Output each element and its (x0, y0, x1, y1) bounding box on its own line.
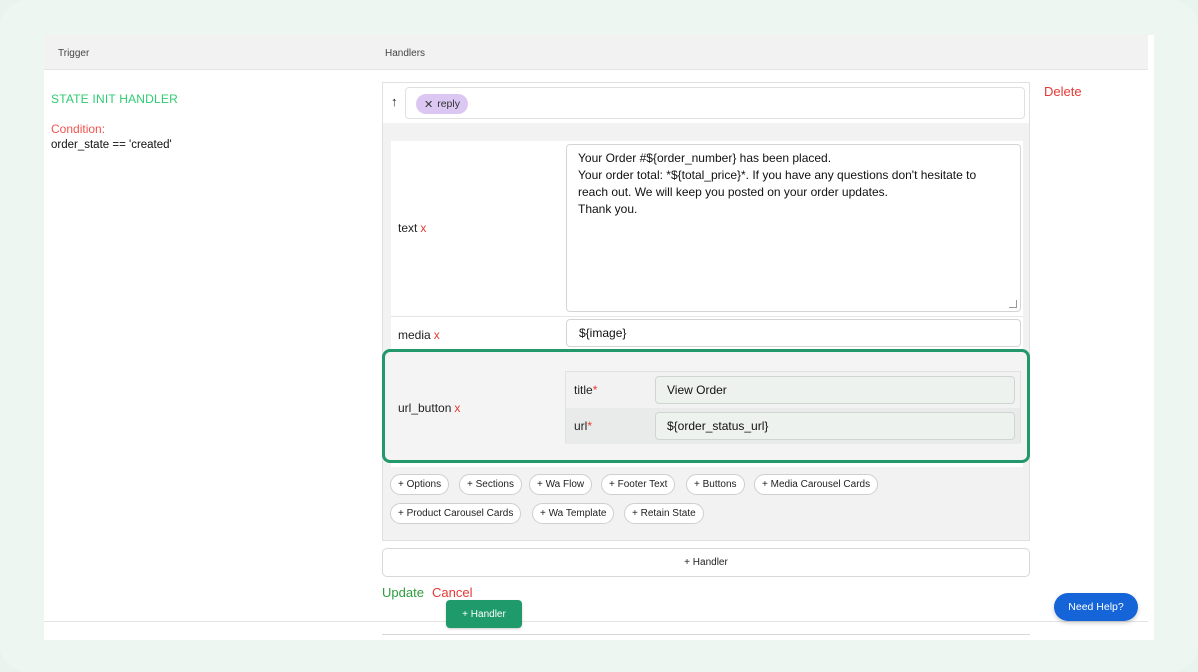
add-media-carousel-cards-button[interactable]: + Media Carousel Cards (754, 474, 879, 495)
url-label: url* (574, 419, 592, 433)
add-footer-text-button[interactable]: + Footer Text (601, 474, 676, 495)
next-handler-box (382, 634, 1030, 640)
add-wa-template-button[interactable]: + Wa Template (532, 503, 615, 524)
condition-label: Condition: (51, 122, 106, 136)
add-options-button[interactable]: + Options (390, 474, 450, 495)
table-header: Trigger Handlers (44, 35, 1148, 70)
url-button-label: url_button x (398, 401, 460, 415)
url-label-text: url (574, 419, 588, 433)
remove-url-button-field[interactable]: x (454, 401, 460, 415)
url-button-subfields: title* View Order url* ${order_status_ur… (565, 371, 1021, 444)
subfield-row-title: title* View Order (566, 372, 1020, 408)
handler-type-select[interactable]: ✕ reply (405, 87, 1025, 119)
remove-media-field[interactable]: x (434, 328, 440, 342)
arrow-up-icon[interactable]: ↑ (391, 94, 398, 109)
add-handler-inline-button[interactable]: + Handler (382, 548, 1030, 577)
add-buttons-button[interactable]: + Buttons (686, 474, 745, 495)
trigger-title: STATE INIT HANDLER (51, 92, 178, 106)
condition-value: order_state == 'created' (51, 139, 172, 151)
delete-handler-link[interactable]: Delete (1044, 84, 1082, 99)
row-divider (44, 621, 1148, 622)
add-product-carousel-cards-button[interactable]: + Product Carousel Cards (390, 503, 522, 524)
url-button-field: url_button x title* View Order url* ${ord… (382, 349, 1030, 463)
text-field-label: text x (398, 221, 426, 235)
resize-handle-icon[interactable] (1009, 300, 1017, 308)
title-input[interactable]: View Order (655, 376, 1015, 404)
required-mark: * (592, 383, 598, 397)
cancel-link[interactable]: Cancel (432, 585, 472, 600)
need-help-button[interactable]: Need Help? (1054, 593, 1138, 621)
remove-text-field[interactable]: x (420, 221, 426, 235)
field-row-media: media x ${image} (391, 317, 1023, 353)
add-sections-button[interactable]: + Sections (459, 474, 522, 495)
title-label-text: title (574, 383, 593, 397)
text-textarea[interactable]: Your Order #${order_number} has been pla… (566, 144, 1021, 312)
url-input[interactable]: ${order_status_url} (655, 412, 1015, 440)
required-mark: * (587, 419, 593, 433)
media-field-label: media x (398, 328, 440, 342)
media-label: media (398, 328, 431, 342)
update-link[interactable]: Update (382, 585, 424, 600)
add-handler-button[interactable]: + Handler (446, 600, 522, 628)
title-label: title* (574, 383, 597, 397)
url-button-label-text: url_button (398, 401, 452, 415)
media-input[interactable]: ${image} (566, 319, 1021, 347)
add-wa-flow-button[interactable]: + Wa Flow (529, 474, 593, 495)
chip-label: reply (437, 98, 460, 110)
handler-editor: ↑ ✕ reply text x Your Order #${order_numb… (382, 82, 1030, 541)
handler-type-row: ↑ ✕ reply (383, 83, 1029, 123)
add-retain-state-button[interactable]: + Retain State (624, 503, 704, 524)
reply-chip[interactable]: ✕ reply (416, 94, 468, 114)
text-label: text (398, 221, 418, 235)
close-icon[interactable]: ✕ (424, 98, 433, 111)
subfield-row-url: url* ${order_status_url} (566, 408, 1020, 444)
field-row-text: text x Your Order #${order_number} has be… (391, 141, 1023, 317)
column-header-handlers: Handlers (385, 48, 426, 59)
column-header-trigger: Trigger (58, 48, 90, 59)
